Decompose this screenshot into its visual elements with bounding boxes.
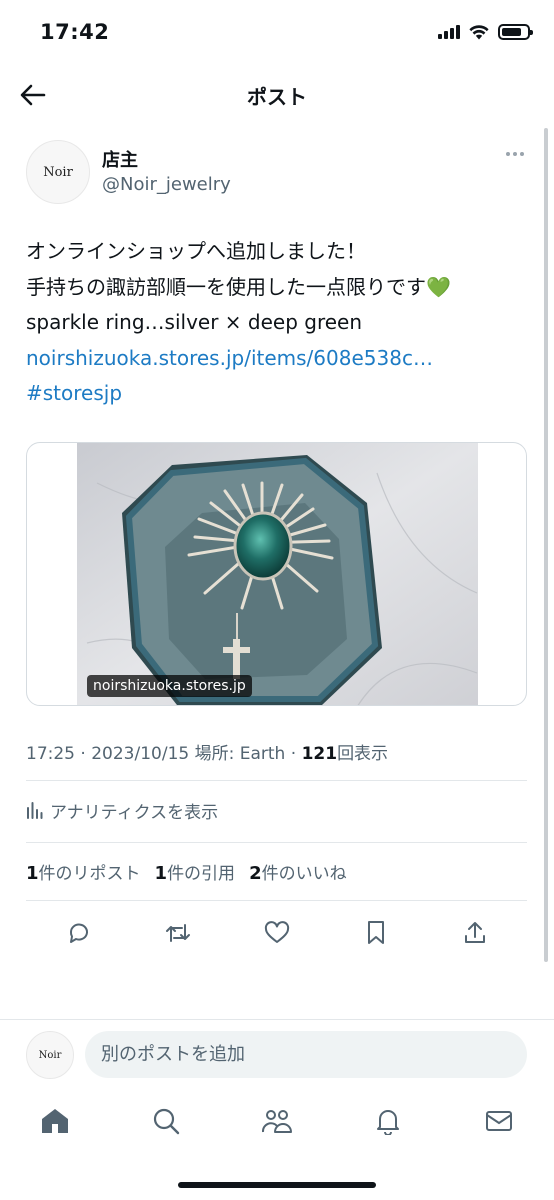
analytics-icon — [27, 802, 43, 819]
wifi-icon — [469, 24, 489, 39]
divider — [0, 1019, 554, 1020]
share-button[interactable] — [459, 917, 491, 949]
post-line: 手持ちの諏訪部順一を使用した一点限りです💚 — [26, 274, 451, 299]
views-label: 回表示 — [337, 744, 389, 764]
author-name[interactable]: 店主 — [102, 146, 138, 172]
divider — [26, 780, 527, 781]
more-horizontal-icon — [506, 152, 510, 156]
like-button[interactable] — [261, 917, 293, 949]
views-count: 121 — [301, 744, 338, 764]
nav-messages[interactable] — [482, 1104, 516, 1138]
action-bar — [26, 913, 527, 953]
author-avatar[interactable]: Noir — [26, 140, 90, 204]
likes-stat[interactable]: 2件のいいね — [249, 859, 347, 884]
author-handle[interactable]: @Noir_jewelry — [102, 174, 231, 195]
quotes-stat[interactable]: 1件の引用 — [155, 859, 236, 884]
nav-communities[interactable] — [260, 1104, 294, 1138]
post-line: sparkle ring…silver × deep green — [26, 310, 363, 334]
repost-icon — [166, 924, 190, 942]
green-heart-emoji: 💚 — [426, 274, 451, 299]
battery-icon — [498, 24, 533, 40]
status-icons — [438, 22, 533, 42]
bookmark-button[interactable] — [360, 917, 392, 949]
post-link[interactable]: noirshizuoka.stores.jp/items/608e538c… — [26, 341, 526, 377]
nav-home[interactable] — [38, 1104, 72, 1138]
reposts-stat[interactable]: 1件のリポスト — [26, 859, 141, 884]
header: ポスト — [0, 66, 554, 122]
post-location: 場所: Earth — [194, 744, 286, 764]
post-stats: 1件のリポスト 1件の引用 2件のいいね — [26, 859, 347, 884]
more-options-button[interactable] — [506, 152, 524, 156]
media-card[interactable]: noirshizuoka.stores.jp — [26, 442, 527, 706]
post-date: 2023/10/15 — [91, 744, 190, 764]
post-hashtag[interactable]: #storesjp — [26, 376, 526, 412]
analytics-label: アナリティクスを表示 — [50, 802, 219, 823]
share-icon — [465, 922, 485, 943]
divider — [26, 900, 527, 901]
notifications-icon — [377, 1110, 399, 1135]
nav-notifications[interactable] — [371, 1104, 405, 1138]
reply-icon — [69, 923, 88, 943]
post-line: オンラインショップへ追加しました！ — [26, 239, 366, 263]
user-avatar[interactable]: Noir — [26, 1031, 74, 1079]
communities-icon — [261, 1110, 292, 1133]
home-indicator — [178, 1182, 376, 1188]
repost-button[interactable] — [162, 917, 194, 949]
view-analytics-button[interactable]: アナリティクスを表示 — [26, 798, 219, 823]
bookmark-icon — [368, 921, 384, 944]
ring-image — [77, 443, 478, 705]
post-time: 17:25 — [26, 744, 75, 764]
status-time: 17:42 — [40, 20, 110, 44]
media-domain-label: noirshizuoka.stores.jp — [87, 675, 252, 697]
ring-photo[interactable]: noirshizuoka.stores.jp — [77, 443, 478, 705]
reply-input[interactable] — [85, 1031, 527, 1078]
signal-icon — [438, 25, 460, 39]
bottom-nav — [0, 1100, 554, 1144]
home-icon — [42, 1109, 68, 1133]
like-icon — [264, 921, 290, 943]
scrollbar[interactable] — [544, 128, 548, 962]
divider — [26, 842, 527, 843]
status-bar: 17:42 — [0, 0, 554, 66]
search-icon — [153, 1108, 180, 1135]
reply-button[interactable] — [63, 917, 95, 949]
nav-search[interactable] — [149, 1104, 183, 1138]
post-body: オンラインショップへ追加しました！ 手持ちの諏訪部順一を使用した一点限りです💚 … — [26, 234, 526, 412]
page-title: ポスト — [247, 85, 307, 109]
post-meta: 17:25 · 2023/10/15 場所: Earth · 121回表示 — [26, 744, 389, 764]
messages-icon — [486, 1111, 512, 1131]
